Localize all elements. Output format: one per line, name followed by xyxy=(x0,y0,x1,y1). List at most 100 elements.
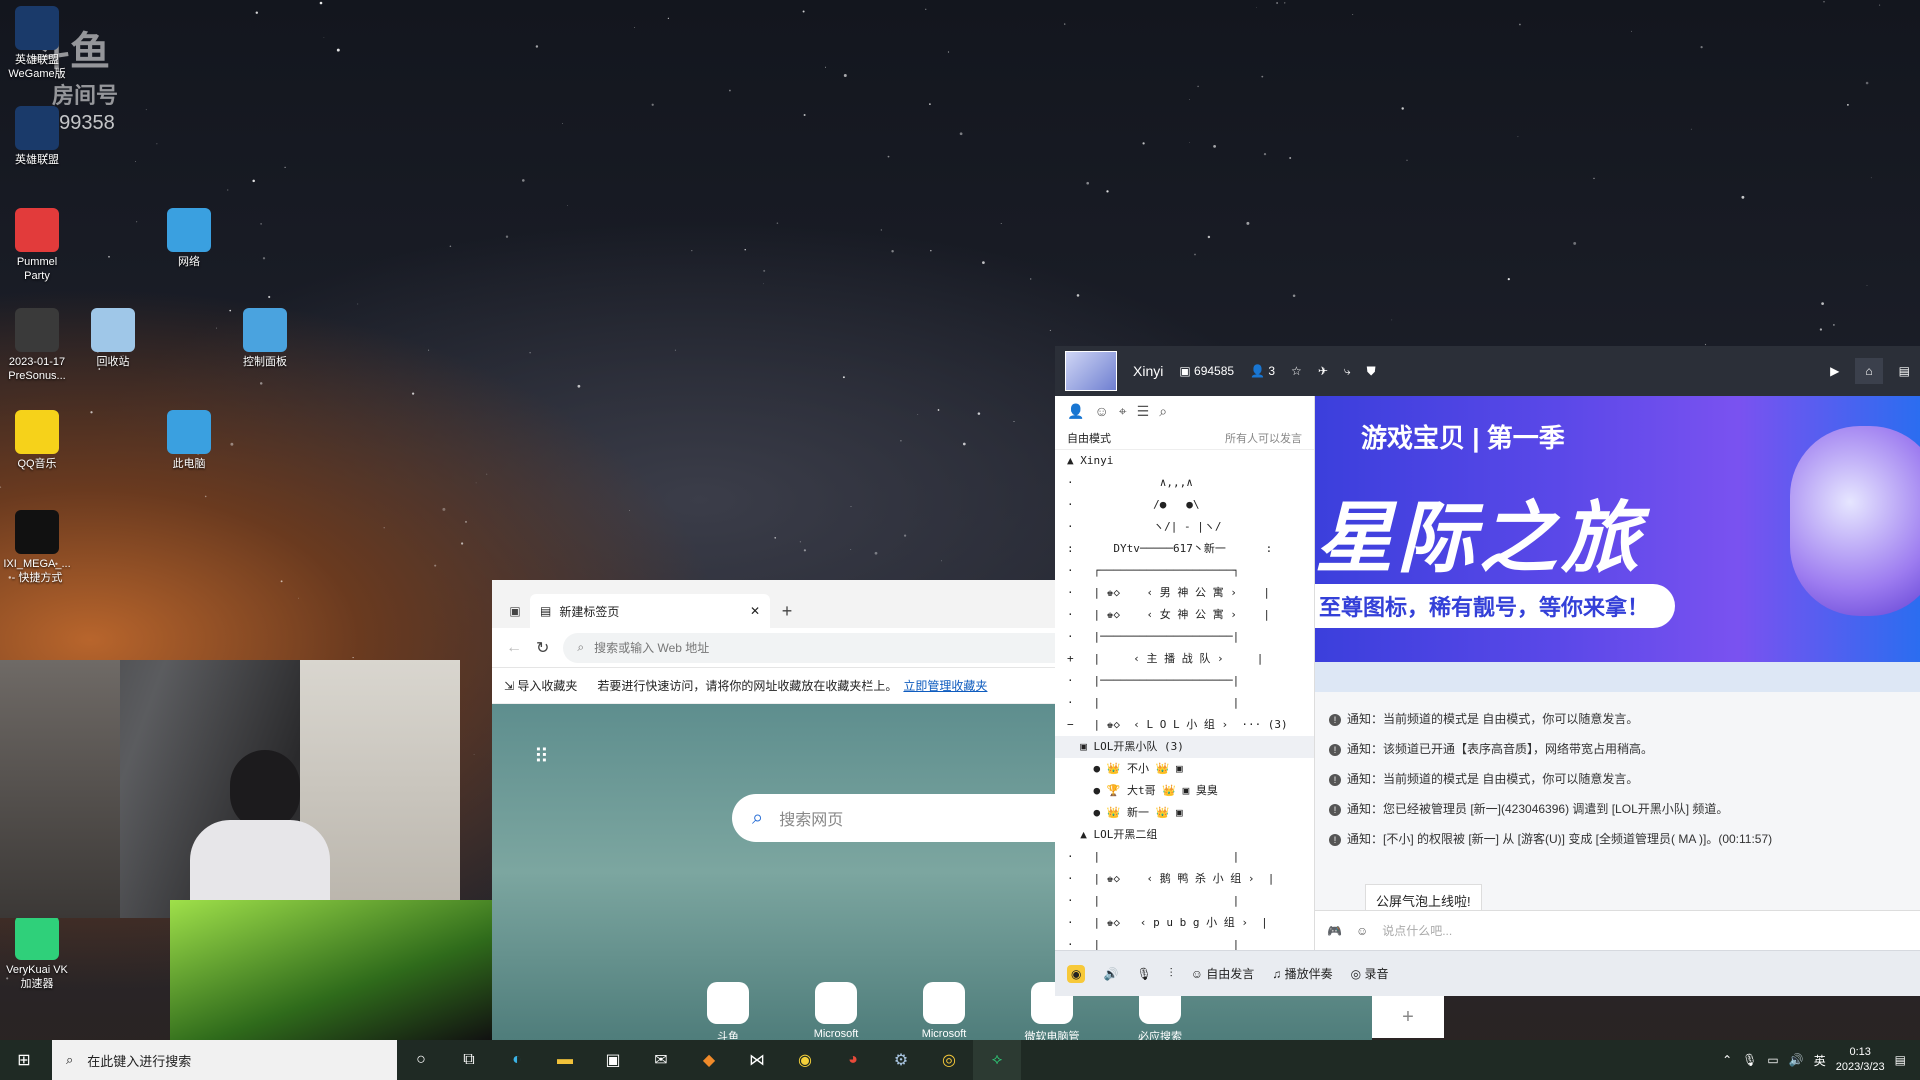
taskbar-search[interactable]: ⌕ 在此键入进行搜索 xyxy=(52,1040,397,1080)
steam-icon[interactable]: ⚙ xyxy=(877,1040,925,1080)
channel-tree-row[interactable]: ▲ Xinyi xyxy=(1067,450,1314,472)
share-icon[interactable]: ⤷ xyxy=(1344,364,1351,379)
emoji-icon[interactable]: ☺ xyxy=(1356,924,1368,938)
promo-banner[interactable]: 游戏宝贝 | 第一季 星际之旅 至尊图标，稀有靓号，等你来拿！ xyxy=(1315,396,1920,662)
desktop-icon[interactable]: 此电脑 xyxy=(152,410,226,471)
desktop-icon[interactable]: IXI_MEGA_... - 快捷方式 xyxy=(0,510,74,585)
cortana-icon[interactable]: ○ xyxy=(397,1040,445,1080)
app-orange-icon[interactable]: ◆ xyxy=(685,1040,733,1080)
add-tab-button[interactable]: + xyxy=(1372,996,1444,1038)
channel-tree-row[interactable]: · |────────────────────| xyxy=(1067,626,1314,648)
desktop-icon-label: 英雄联盟 WeGame版 xyxy=(8,54,66,80)
network-icon[interactable]: ▭ xyxy=(1767,1053,1778,1067)
desktop-icon[interactable]: VeryKuai VK 加速器 xyxy=(0,916,74,991)
mic-icon[interactable]: 🎙 xyxy=(1136,967,1151,981)
chat-icon[interactable]: ☺ xyxy=(1094,403,1108,419)
equalizer-icon[interactable]: ⫶ xyxy=(1170,966,1173,981)
system-message-text: 通知：该频道已开通【表序高音质】，网络带宽占用稍高。 xyxy=(1347,742,1654,756)
clock[interactable]: 0:13 2023/3/23 xyxy=(1836,1045,1885,1075)
channel-tree-row[interactable]: · |────────────────────| xyxy=(1067,670,1314,692)
channel-tree-row[interactable]: · ∧,,,∧ xyxy=(1067,472,1314,494)
desktop-icon[interactable]: 英雄联盟 xyxy=(0,106,74,167)
quick-link[interactable]: ◆ Microsoft Sto... xyxy=(912,982,976,1040)
list-icon[interactable]: ☰ xyxy=(1137,403,1150,420)
search-icon[interactable]: ⌕ xyxy=(1159,403,1167,420)
video-icon[interactable]: ▶ xyxy=(1830,364,1839,378)
channel-tree-row[interactable]: ▣ LOL开黑小队 (3) xyxy=(1055,736,1314,758)
store-icon[interactable]: ▣ xyxy=(589,1040,637,1080)
taskbar-search-placeholder: 在此键入进行搜索 xyxy=(87,1053,192,1069)
plane-icon[interactable]: ✈ xyxy=(1318,364,1328,378)
mic-icon[interactable]: 🎙 xyxy=(1742,1053,1757,1067)
speaker-icon[interactable]: 🔊 xyxy=(1103,967,1118,981)
ixi-mega-icon[interactable]: ⋈ xyxy=(733,1040,781,1080)
channel-tree-row[interactable]: + | ‹ 主 播 战 队 › | xyxy=(1067,648,1314,670)
desktop-icon[interactable]: 英雄联盟 WeGame版 xyxy=(0,6,74,81)
channel-tree-row[interactable]: · | ♚◇ ‹ 鹅 鸭 杀 小 组 › | xyxy=(1067,868,1314,890)
channel-tree-row[interactable]: · | ♚◇ ‹ 女 神 公 寓 › | xyxy=(1067,604,1314,626)
verykuai-icon[interactable]: ⟡ xyxy=(973,1040,1021,1080)
mail-icon[interactable]: ✉ xyxy=(637,1040,685,1080)
chrome-icon[interactable]: ◕ xyxy=(829,1040,877,1080)
quick-link[interactable]: ◆ Microsoft 365 xyxy=(804,982,868,1040)
channel-tree-row[interactable]: : DYtv─────617丶新一 : xyxy=(1067,538,1314,560)
channel-tree-row[interactable]: · | ♚◇ ‹ p u b g 小 组 › | xyxy=(1067,912,1314,934)
channel-tree-row[interactable]: ▲ LOL开黑二组 xyxy=(1067,824,1314,846)
apps-grid-icon[interactable]: ⠿ xyxy=(534,744,549,769)
task-view-icon[interactable]: ⧉ xyxy=(445,1040,493,1080)
new-tab-button[interactable]: + xyxy=(770,594,804,628)
channel-tree-row[interactable]: · /● ●\ xyxy=(1067,494,1314,516)
mascot-icon[interactable]: ◉ xyxy=(1067,964,1086,983)
channel-tree-row[interactable]: · ┌────────────────────┐ xyxy=(1067,560,1314,582)
close-icon[interactable]: ✕ xyxy=(750,604,760,618)
import-favorites-link[interactable]: ⇲ 导入收藏夹 xyxy=(504,677,577,694)
banner-subtitle: 至尊图标，稀有靓号，等你来拿！ xyxy=(1315,584,1675,628)
shield-icon[interactable]: ⛊ xyxy=(1367,364,1376,379)
ixi-mega-icon xyxy=(15,510,59,554)
notification-icon[interactable]: ▤ xyxy=(1895,1053,1906,1067)
refresh-icon[interactable]: ↻ xyxy=(536,638,549,658)
tray-chevron-icon[interactable]: ⌃ xyxy=(1722,1053,1732,1067)
channel-tree-row[interactable]: − | ♚◇ ‹ L O L 小 组 › ··· (3) xyxy=(1067,714,1314,736)
star-icon[interactable]: ☆ xyxy=(1291,364,1302,378)
channel-tree-row[interactable]: · ヽ/| - |ヽ/ xyxy=(1067,516,1314,538)
desktop-icon[interactable]: 2023-01-17 PreSonus... xyxy=(0,308,74,383)
free-talk-button[interactable]: ☺ 自由发言 xyxy=(1191,965,1255,982)
info-icon: ! xyxy=(1329,834,1341,846)
desktop-icon[interactable]: Pummel Party xyxy=(0,208,74,283)
tab-new[interactable]: ▤ 新建标签页 ✕ xyxy=(530,594,770,628)
start-button[interactable]: ⊞ xyxy=(0,1040,48,1080)
quick-link[interactable]: ◆ 斗鱼 xyxy=(696,982,760,1040)
desktop-icon[interactable]: 网络 xyxy=(152,208,226,269)
desktop-icon[interactable]: QQ音乐 xyxy=(0,410,74,471)
obs-icon[interactable]: ◉ xyxy=(781,1040,829,1080)
location-icon[interactable]: ⌖ xyxy=(1119,403,1127,420)
user-count: 👤 3 xyxy=(1250,364,1276,378)
channel-tree-row[interactable]: · | | xyxy=(1067,890,1314,912)
gamepad-icon[interactable]: 🎮 xyxy=(1327,924,1342,938)
channel-tree-row[interactable]: · | ♚◇ ‹ 男 神 公 寓 › | xyxy=(1067,582,1314,604)
volume-icon[interactable]: 🔊 xyxy=(1789,1053,1804,1067)
desktop-icon[interactable]: 控制面板 xyxy=(228,308,302,369)
manage-favorites-link[interactable]: 立即管理收藏夹 xyxy=(903,677,987,694)
file-explorer-icon[interactable]: ▬ xyxy=(541,1040,589,1080)
home-icon[interactable]: ⌂ xyxy=(1855,358,1883,384)
chat-input[interactable]: 🎮 ☺ 说点什么吧... xyxy=(1315,910,1920,950)
channel-tree-row[interactable]: ● 🏆 大t哥 👑 ▣ 臭臭 xyxy=(1067,780,1314,802)
tab-actions-icon[interactable]: ▣ xyxy=(500,594,530,628)
channel-tree-row[interactable]: · | | xyxy=(1067,692,1314,714)
ime-indicator[interactable]: 英 xyxy=(1814,1052,1826,1069)
record-button[interactable]: ◎ 录音 xyxy=(1351,965,1389,982)
channel-tree-row[interactable]: ● 👑 不小 👑 ▣ xyxy=(1067,758,1314,780)
quick-link-label: Microsoft 365 xyxy=(813,1028,859,1040)
avatar[interactable] xyxy=(1065,351,1117,391)
channel-tree-row[interactable]: · | | xyxy=(1067,846,1314,868)
yy-icon[interactable]: ◎ xyxy=(925,1040,973,1080)
back-icon[interactable]: ← xyxy=(506,639,522,657)
desktop-icon[interactable]: 回收站 xyxy=(76,308,150,369)
user-icon[interactable]: 👤 xyxy=(1067,403,1084,420)
layout-icon[interactable]: ▤ xyxy=(1899,364,1910,378)
channel-tree-row[interactable]: ● 👑 新一 👑 ▣ xyxy=(1067,802,1314,824)
edge-icon[interactable]: ◐ xyxy=(493,1040,541,1080)
play-accompaniment-button[interactable]: ♫ 播放伴奏 xyxy=(1272,965,1332,982)
